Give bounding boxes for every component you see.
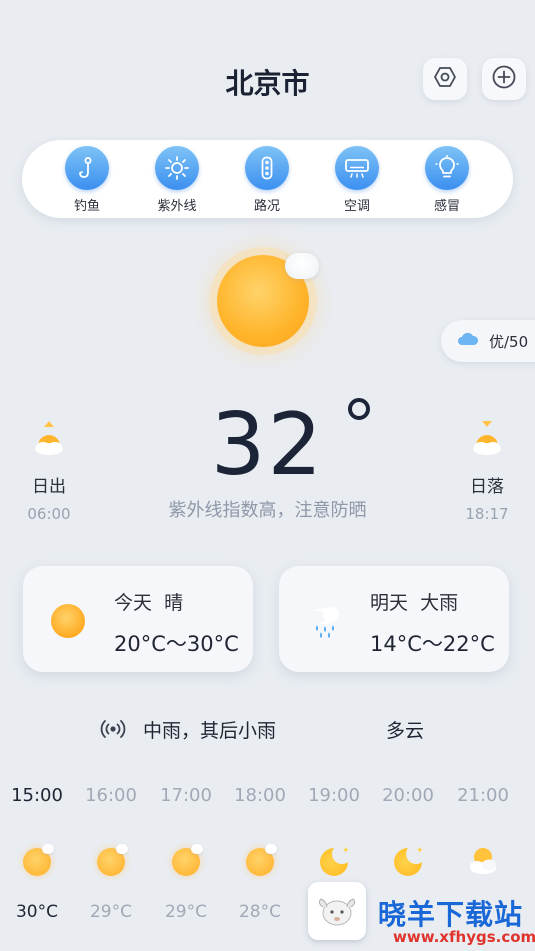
plus-circle-icon [491, 64, 517, 94]
sun-icon [243, 844, 277, 878]
watermark-title: 晓羊下载站 [378, 898, 524, 931]
hexagon-settings-icon [433, 65, 457, 93]
broadcast-signal-icon [100, 718, 126, 744]
hourly-time: 16:00 [85, 785, 137, 806]
hourly-temp: 29°C [164, 902, 207, 922]
sun-icon [94, 844, 128, 878]
sun-icon [20, 844, 54, 878]
partly-cloudy-icon [466, 844, 500, 878]
tomorrow-forecast-card[interactable]: 明天 大雨 14°C～22°C [279, 566, 509, 672]
quick-tools-bar: 钓鱼 紫外线 路况 空调 感冒 [22, 140, 513, 218]
today-forecast-card[interactable]: 今天 晴 20°C～30°C [23, 566, 253, 672]
moon-icon: ✦ [391, 844, 426, 878]
hourly-temp: 28°C [238, 902, 281, 922]
quick-item-label: 钓鱼 [73, 199, 100, 214]
hourly-item[interactable]: 21:00 [446, 785, 520, 902]
hint-text: 中雨，其后小雨 [143, 720, 277, 742]
add-city-button[interactable] [482, 58, 526, 100]
current-weather-sun-icon [205, 245, 330, 360]
tomorrow-label: 明天 大雨 [370, 592, 459, 614]
hourly-time: 15:00 [11, 785, 63, 806]
tomorrow-temp-range: 14°C～22°C [370, 632, 495, 656]
hourly-item[interactable]: 15:00 30°C [0, 785, 74, 922]
quick-item-uv[interactable]: 紫外线 [142, 146, 212, 214]
quick-item-traffic[interactable]: 路况 [232, 146, 302, 214]
hint-text-secondary: 多云 [386, 720, 425, 742]
cloud-icon [457, 331, 479, 351]
sunny-icon [49, 602, 89, 642]
quick-item-cold[interactable]: 感冒 [412, 146, 482, 214]
hourly-item[interactable]: 16:00 29°C [74, 785, 148, 922]
hourly-time: 17:00 [160, 785, 212, 806]
weather-tip: 紫外线指数高，注意防晒 [168, 500, 367, 521]
moon-icon: ✦ [317, 844, 352, 878]
hourly-item[interactable]: 18:00 28°C [223, 785, 297, 922]
air-quality-pill[interactable]: 优/50 [441, 320, 535, 362]
watermark-url: www.xfhygs.com [393, 928, 535, 946]
hourly-temp: 29°C [89, 902, 132, 922]
current-temperature: 32 [210, 395, 325, 495]
hourly-time: 20:00 [382, 785, 434, 806]
aqi-text: 优/50 [489, 332, 529, 351]
hourly-temp: 30°C [15, 902, 58, 922]
traffic-light-icon [245, 146, 289, 190]
quick-item-aircon[interactable]: 空调 [322, 146, 392, 214]
today-temp-range: 20°C～30°C [114, 632, 239, 656]
sun-uv-icon [155, 146, 199, 190]
quick-item-label: 路况 [253, 199, 280, 214]
quick-item-label: 感冒 [433, 199, 460, 214]
watermark-logo [308, 882, 366, 940]
hourly-time: 19:00 [308, 785, 360, 806]
quick-item-label: 空调 [343, 199, 370, 214]
sun-icon [169, 844, 203, 878]
settings-button[interactable] [423, 58, 467, 100]
hourly-item[interactable]: 17:00 29°C [149, 785, 223, 922]
fishing-hook-icon [65, 146, 109, 190]
heavy-rain-icon [305, 602, 345, 642]
degree-symbol [348, 398, 370, 420]
hourly-time: 21:00 [457, 785, 509, 806]
precipitation-hint: 中雨，其后小雨 多云 [0, 716, 535, 742]
hourly-item[interactable]: 20:00 ✦ [371, 785, 445, 902]
lightbulb-cold-icon [425, 146, 469, 190]
quick-item-fishing[interactable]: 钓鱼 [52, 146, 122, 214]
hourly-time: 18:00 [234, 785, 286, 806]
quick-item-label: 紫外线 [157, 199, 197, 214]
today-label: 今天 晴 [114, 592, 184, 614]
air-conditioner-icon [335, 146, 379, 190]
